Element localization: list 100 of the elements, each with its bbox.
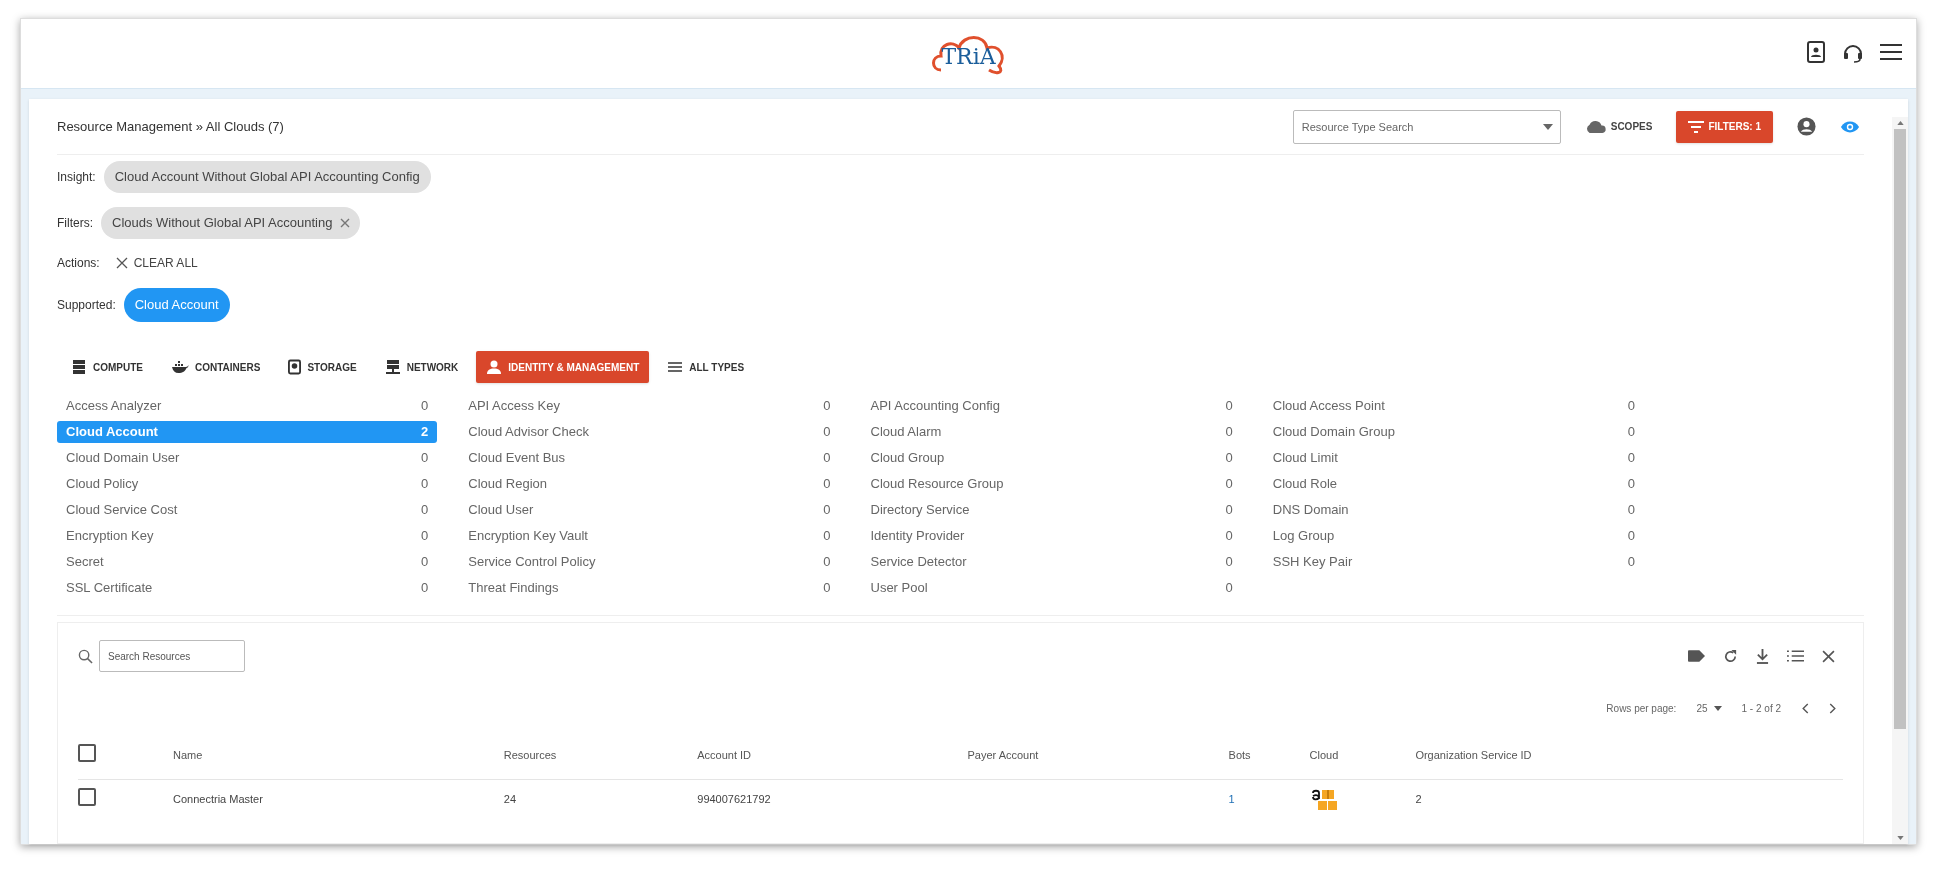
resource-type-item[interactable]: Cloud Advisor Check 0: [459, 421, 840, 443]
category-tab[interactable]: CONTAINERS: [161, 351, 271, 383]
table-cell: 2: [1415, 779, 1843, 819]
resource-type-label: DNS Domain: [1272, 501, 1349, 520]
resource-type-item[interactable]: Secret 0: [57, 551, 438, 573]
table-cell: 24: [503, 779, 698, 819]
resource-type-item[interactable]: Log Group 0: [1263, 525, 1644, 547]
column-header: Resources: [503, 731, 698, 779]
resource-type-item[interactable]: Cloud Limit 0: [1263, 447, 1644, 469]
resource-type-count: 0: [823, 553, 831, 572]
resource-type-count: 0: [823, 449, 831, 468]
resource-type-label: Cloud Resource Group: [870, 475, 1004, 494]
network-icon: [384, 359, 401, 375]
resource-type-item[interactable]: DNS Domain 0: [1263, 499, 1644, 521]
column-list-icon[interactable]: [1787, 650, 1804, 662]
resource-type-count: 0: [1225, 423, 1233, 442]
scopes-button[interactable]: SCOPES: [1584, 119, 1653, 134]
resource-type-count: 0: [421, 501, 429, 520]
category-tab[interactable]: STORAGE: [278, 351, 367, 383]
supported-chip: Cloud Account: [123, 288, 230, 322]
resource-type-count: 0: [1225, 475, 1233, 494]
resource-type-item[interactable]: Cloud Domain User 0: [57, 447, 438, 469]
boxes-logo-icon: [1309, 787, 1338, 812]
bots-link[interactable]: 1: [1228, 793, 1235, 805]
resource-type-item[interactable]: Identity Provider 0: [861, 525, 1242, 547]
resource-type-item[interactable]: Encryption Key Vault 0: [459, 525, 840, 547]
select-all-checkbox[interactable]: [78, 743, 96, 762]
resource-type-count: 0: [823, 579, 831, 598]
resource-type-item[interactable]: Cloud Service Cost 0: [57, 499, 438, 521]
resource-type-count: 0: [1627, 449, 1635, 468]
tag-icon[interactable]: [1688, 650, 1705, 662]
resource-type-item[interactable]: Cloud User 0: [459, 499, 840, 521]
resource-type-item[interactable]: Access Analyzer 0: [57, 395, 438, 417]
filters-button[interactable]: FILTERS: 1: [1676, 110, 1773, 143]
resource-type-label: Cloud Event Bus: [468, 449, 566, 468]
cloud-icon: [1584, 120, 1607, 133]
previous-page-icon[interactable]: [1801, 702, 1809, 714]
dropdown-caret-icon[interactable]: [1542, 123, 1553, 130]
resource-type-item[interactable]: Threat Findings 0: [459, 577, 840, 599]
resource-type-item[interactable]: API Accounting Config 0: [861, 395, 1242, 417]
resource-type-label: Cloud Region: [468, 475, 548, 494]
resource-type-item[interactable]: Cloud Role 0: [1263, 473, 1644, 495]
resource-type-item[interactable]: Service Control Policy 0: [459, 551, 840, 573]
scrollbar[interactable]: [1892, 117, 1908, 844]
scroll-up-icon[interactable]: [1896, 121, 1904, 125]
resource-type-item[interactable]: API Access Key 0: [459, 395, 840, 417]
resource-type-count: 0: [823, 397, 831, 416]
close-icon[interactable]: [1822, 649, 1835, 663]
resource-type-item[interactable]: Cloud Group 0: [861, 447, 1242, 469]
category-tab[interactable]: ALL TYPES: [657, 351, 755, 383]
resource-type-item[interactable]: Cloud Region 0: [459, 473, 840, 495]
resource-type-item[interactable]: Cloud Account 2: [57, 421, 438, 443]
scroll-down-icon[interactable]: [1896, 836, 1904, 840]
resource-type-count: 0: [1225, 553, 1233, 572]
resource-type-item[interactable]: SSH Key Pair 0: [1263, 551, 1644, 573]
resource-type-label: Service Control Policy: [468, 553, 596, 572]
search-resources-field[interactable]: Search Resources: [99, 640, 245, 672]
resource-type-label: SSL Certificate: [66, 579, 153, 598]
table-cell: Connectria Master: [173, 779, 504, 819]
account-icon[interactable]: [1797, 117, 1816, 136]
category-tab[interactable]: NETWORK: [374, 351, 469, 383]
resource-type-label: Cloud Alarm: [870, 423, 942, 442]
download-icon[interactable]: [1756, 648, 1769, 664]
resource-type-label: User Pool: [870, 579, 928, 598]
refresh-icon[interactable]: [1723, 648, 1738, 664]
category-tab[interactable]: IDENTITY & MANAGEMENT: [476, 351, 650, 383]
resource-type-label: Cloud Group: [870, 449, 945, 468]
resource-type-item[interactable]: Encryption Key 0: [57, 525, 438, 547]
whale-icon: [171, 360, 189, 374]
next-page-icon[interactable]: [1829, 702, 1837, 714]
resource-type-label: Service Detector: [870, 553, 967, 572]
resource-type-item[interactable]: SSL Certificate 0: [57, 577, 438, 599]
contact-book-icon[interactable]: [1806, 41, 1826, 63]
resource-type-label: Identity Provider: [870, 527, 965, 546]
resource-type-label: Encryption Key Vault: [468, 527, 588, 546]
list-icon: [667, 359, 684, 375]
resource-type-count: 0: [1225, 449, 1233, 468]
resource-type-item[interactable]: Directory Service 0: [861, 499, 1242, 521]
resource-type-count: 0: [1627, 423, 1635, 442]
resource-type-search-field[interactable]: Resource Type Search: [1292, 109, 1561, 144]
category-tab[interactable]: COMPUTE: [61, 351, 153, 383]
resource-type-count: 0: [1225, 579, 1233, 598]
eye-icon[interactable]: [1840, 119, 1860, 134]
row-checkbox[interactable]: [78, 788, 96, 806]
resource-type-item[interactable]: Cloud Domain Group 0: [1263, 421, 1644, 443]
logo: TRiA: [928, 29, 1009, 78]
remove-icon[interactable]: [340, 218, 351, 228]
resource-type-item[interactable]: Cloud Alarm 0: [861, 421, 1242, 443]
resource-type-label: Secret: [66, 553, 104, 572]
resource-type-item[interactable]: Service Detector 0: [861, 551, 1242, 573]
resource-type-label: Cloud Policy: [66, 475, 139, 494]
menu-icon[interactable]: [1880, 43, 1902, 61]
column-header: Organization Service ID: [1415, 731, 1843, 779]
resource-type-item[interactable]: Cloud Resource Group 0: [861, 473, 1242, 495]
resource-type-item[interactable]: Cloud Access Point 0: [1263, 395, 1644, 417]
rows-per-page-select[interactable]: 25: [1696, 700, 1722, 716]
resource-type-item[interactable]: Cloud Policy 0: [57, 473, 438, 495]
resource-type-item[interactable]: User Pool 0: [861, 577, 1242, 599]
clear-all-button[interactable]: CLEAR ALL: [115, 254, 198, 272]
resource-type-item[interactable]: Cloud Event Bus 0: [459, 447, 840, 469]
